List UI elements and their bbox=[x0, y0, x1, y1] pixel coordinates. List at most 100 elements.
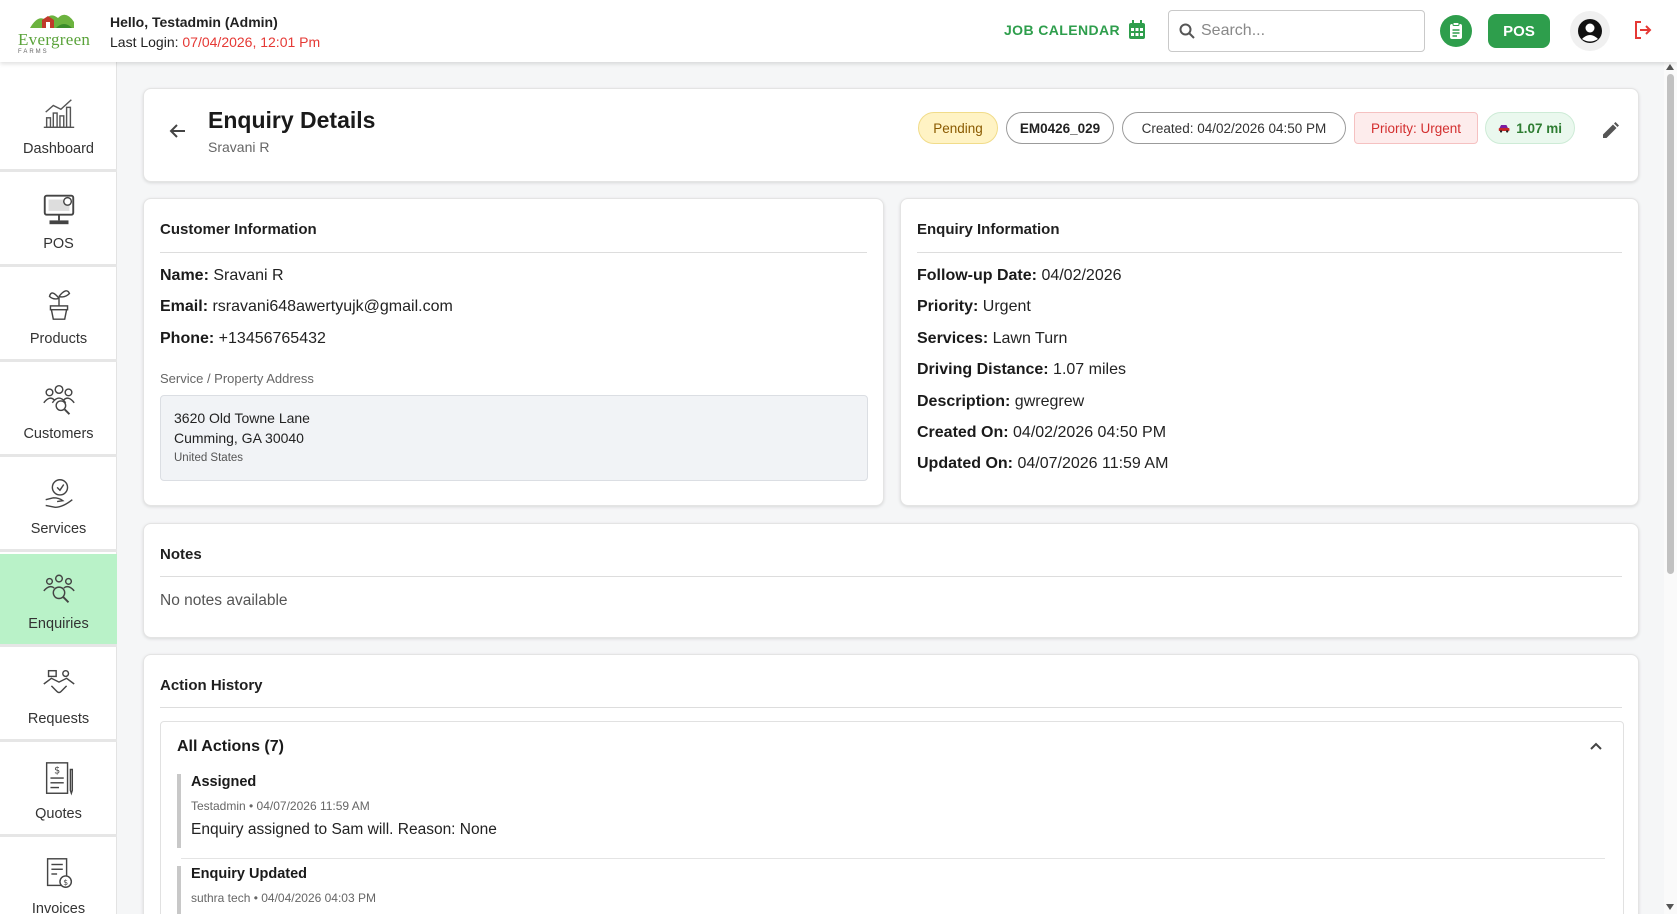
sidebar-item-pos[interactable]: POS bbox=[0, 174, 117, 267]
page-scrollbar[interactable] bbox=[1664, 62, 1677, 914]
logout-button[interactable] bbox=[1633, 20, 1653, 45]
job-calendar-link[interactable]: JOB CALENDAR bbox=[1004, 20, 1146, 40]
car-icon bbox=[1498, 124, 1510, 133]
greeting-text: Hello, Testadmin (Admin) bbox=[110, 14, 278, 30]
calendar-icon bbox=[1129, 20, 1146, 39]
address-line-1: 3620 Old Towne Lane bbox=[174, 410, 310, 426]
address-label: Service / Property Address bbox=[160, 371, 314, 386]
sidebar-item-label: Services bbox=[30, 521, 87, 537]
user-greeting: Hello, Testadmin (Admin) Last Login: 07/… bbox=[110, 12, 320, 52]
pos-button[interactable]: POS bbox=[1488, 14, 1550, 48]
action-item: Assigned Testadmin • 04/07/2026 11:59 AM… bbox=[177, 774, 1607, 848]
customer-phone-field: Phone: +13456765432 bbox=[160, 330, 326, 348]
job-calendar-label: JOB CALENDAR bbox=[1004, 22, 1121, 38]
driving-distance-value: 1.07 miles bbox=[1053, 361, 1126, 378]
logo-subtext: FARMS bbox=[18, 49, 49, 55]
name-value: Sravani R bbox=[213, 267, 284, 284]
sidebar-item-quotes[interactable]: $ Quotes bbox=[0, 744, 117, 837]
distance-label: Driving Distance: bbox=[917, 361, 1049, 378]
sidebar-item-label: Enquiries bbox=[28, 616, 89, 632]
followup-date-field: Follow-up Date: 04/02/2026 bbox=[917, 267, 1122, 285]
sidebar-item-enquiries[interactable]: Enquiries bbox=[0, 554, 117, 647]
scroll-thumb[interactable] bbox=[1667, 74, 1674, 574]
edit-button[interactable] bbox=[1600, 121, 1620, 146]
created-date-badge: Created: 04/02/2026 04:50 PM bbox=[1122, 112, 1346, 144]
followup-value: 04/02/2026 bbox=[1041, 267, 1122, 284]
customer-email-field: Email: rsravani648awertyujk@gmail.com bbox=[160, 298, 453, 316]
search-icon bbox=[1179, 23, 1195, 39]
svg-text:$: $ bbox=[63, 878, 68, 887]
priority-label: Priority: bbox=[917, 298, 979, 315]
sidebar-item-requests[interactable]: Requests bbox=[0, 649, 117, 742]
svg-text:$: $ bbox=[54, 765, 60, 776]
driving-distance-field: Driving Distance: 1.07 miles bbox=[917, 361, 1126, 379]
logo-text: Evergreen bbox=[18, 30, 91, 49]
notes-heading: Notes bbox=[160, 546, 202, 563]
notes-empty-text: No notes available bbox=[160, 592, 288, 609]
user-avatar[interactable] bbox=[1570, 11, 1610, 51]
customers-group-icon bbox=[42, 384, 75, 415]
updated-label: Updated On: bbox=[917, 455, 1013, 472]
services-field: Services: Lawn Turn bbox=[917, 330, 1067, 348]
sidebar-item-label: Invoices bbox=[31, 901, 86, 914]
created-value: 04/02/2026 04:50 PM bbox=[1013, 424, 1167, 441]
distance-value: 1.07 mi bbox=[1516, 120, 1562, 136]
customer-information-card: Customer Information Name: Sravani R Ema… bbox=[143, 198, 884, 506]
phone-value[interactable]: +13456765432 bbox=[219, 330, 326, 347]
last-login-value: 07/04/2026, 12:01 Pm bbox=[182, 34, 321, 50]
enquiry-title-card: Enquiry Details Sravani R Pending EM0426… bbox=[143, 88, 1639, 182]
phone-label: Phone: bbox=[160, 330, 215, 347]
sidebar-nav: Dashboard POS Products Customers Service… bbox=[0, 62, 117, 914]
notes-card: Notes No notes available bbox=[143, 523, 1639, 638]
page-title: Enquiry Details bbox=[208, 107, 376, 133]
top-header: Evergreen FARMS Hello, Testadmin (Admin)… bbox=[0, 0, 1677, 62]
action-meta: Testadmin • 04/07/2026 11:59 AM bbox=[191, 799, 370, 813]
sidebar-item-customers[interactable]: Customers bbox=[0, 364, 117, 457]
followup-label: Follow-up Date: bbox=[917, 267, 1037, 284]
sidebar-item-invoices[interactable]: $ Invoices bbox=[0, 839, 117, 914]
address-country: United States bbox=[174, 452, 244, 464]
enquiry-code-badge: EM0426_029 bbox=[1006, 112, 1114, 144]
search-input[interactable] bbox=[1201, 22, 1401, 40]
sidebar-item-label: Dashboard bbox=[23, 141, 94, 157]
action-title: Enquiry Updated bbox=[191, 866, 308, 882]
all-actions-toggle[interactable]: All Actions (7) bbox=[177, 738, 284, 756]
sidebar-item-label: Requests bbox=[27, 711, 90, 727]
status-badge: Pending bbox=[918, 112, 998, 144]
pos-terminal-icon bbox=[43, 194, 74, 225]
address-line-2: Cumming, GA 30040 bbox=[174, 430, 304, 446]
created-label: Created On: bbox=[917, 424, 1009, 441]
action-item: Enquiry Updated suthra tech • 04/04/2026… bbox=[177, 866, 1607, 914]
scroll-up-arrow-icon[interactable] bbox=[1666, 64, 1674, 70]
updated-on-field: Updated On: 04/07/2026 11:59 AM bbox=[917, 455, 1168, 473]
sidebar-item-products[interactable]: Products bbox=[0, 269, 117, 362]
email-label: Email: bbox=[160, 298, 209, 315]
divider bbox=[160, 252, 867, 253]
notes-button[interactable] bbox=[1440, 15, 1472, 47]
divider bbox=[160, 707, 1622, 708]
customer-info-heading: Customer Information bbox=[160, 221, 317, 238]
last-login-label: Last Login: bbox=[110, 34, 183, 50]
collapse-button[interactable] bbox=[1589, 738, 1603, 756]
action-meta: suthra tech • 04/04/2026 04:03 PM bbox=[191, 891, 376, 905]
search-box[interactable] bbox=[1168, 10, 1425, 52]
arrow-left-icon bbox=[169, 124, 185, 138]
description-label: Description: bbox=[917, 393, 1011, 410]
scroll-down-arrow-icon[interactable] bbox=[1666, 904, 1674, 910]
evergreen-logo[interactable]: Evergreen FARMS bbox=[16, 8, 96, 55]
enquiry-information-card: Enquiry Information Follow-up Date: 04/0… bbox=[900, 198, 1639, 506]
back-button[interactable] bbox=[168, 121, 188, 146]
created-on-field: Created On: 04/02/2026 04:50 PM bbox=[917, 424, 1166, 442]
priority-value: Urgent bbox=[982, 298, 1031, 315]
sidebar-item-dashboard[interactable]: Dashboard bbox=[0, 79, 117, 172]
distance-badge: 1.07 mi bbox=[1485, 112, 1575, 144]
sidebar-item-label: Quotes bbox=[35, 806, 82, 822]
all-actions-accordion: All Actions (7) Assigned Testadmin • 04/… bbox=[160, 721, 1624, 914]
action-detail: Enquiry assigned to Sam will. Reason: No… bbox=[191, 821, 497, 838]
chevron-up-icon bbox=[1590, 742, 1602, 750]
description-value: gwregrew bbox=[1014, 393, 1085, 410]
sidebar-item-services[interactable]: Services bbox=[0, 459, 117, 552]
customer-name-field: Name: Sravani R bbox=[160, 267, 284, 285]
sidebar-item-label: Products bbox=[29, 331, 88, 347]
email-value[interactable]: rsravani648awertyujk@gmail.com bbox=[212, 298, 452, 315]
